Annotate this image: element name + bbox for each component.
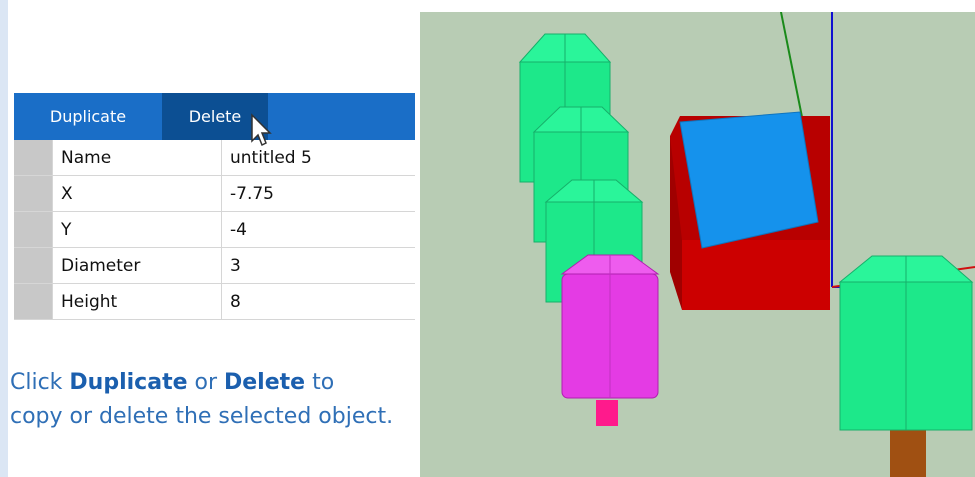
3d-viewport[interactable] <box>420 12 975 477</box>
height-value-field[interactable]: 8 <box>222 284 415 319</box>
property-row-name: Name untitled 5 <box>14 140 415 176</box>
help-text-part: or <box>187 370 224 395</box>
property-row-y: Y -4 <box>14 212 415 248</box>
help-delete-word: Delete <box>224 370 306 395</box>
y-axis-line <box>779 12 803 118</box>
tree-object[interactable] <box>838 255 974 477</box>
property-row-diameter: Diameter 3 <box>14 248 415 284</box>
row-header[interactable] <box>14 176 53 211</box>
mouse-pointer-icon <box>251 113 272 147</box>
row-header[interactable] <box>14 284 53 319</box>
row-header[interactable] <box>14 140 53 175</box>
selected-object[interactable] <box>560 254 660 426</box>
property-row-x: X -7.75 <box>14 176 415 212</box>
property-label: Y <box>53 212 222 247</box>
help-text: Click Duplicate or Delete to copy or del… <box>10 366 490 434</box>
property-label: Name <box>53 140 222 175</box>
help-text-part: Click <box>10 370 70 395</box>
duplicate-button[interactable]: Duplicate <box>14 93 162 140</box>
row-header[interactable] <box>14 212 53 247</box>
help-duplicate-word: Duplicate <box>69 370 188 395</box>
property-grid: Name untitled 5 X -7.75 Y -4 Diameter 3 … <box>14 140 415 320</box>
object-toolbar: Duplicate Delete <box>14 93 415 140</box>
property-label: Height <box>53 284 222 319</box>
x-value-field[interactable]: -7.75 <box>222 176 415 211</box>
diameter-value-field[interactable]: 3 <box>222 248 415 283</box>
left-edge-strip <box>0 0 8 477</box>
help-text-line2: copy or delete the selected object. <box>10 404 394 429</box>
property-label: X <box>53 176 222 211</box>
property-label: Diameter <box>53 248 222 283</box>
row-header[interactable] <box>14 248 53 283</box>
property-row-height: Height 8 <box>14 284 415 320</box>
help-text-part: to <box>305 370 335 395</box>
y-value-field[interactable]: -4 <box>222 212 415 247</box>
